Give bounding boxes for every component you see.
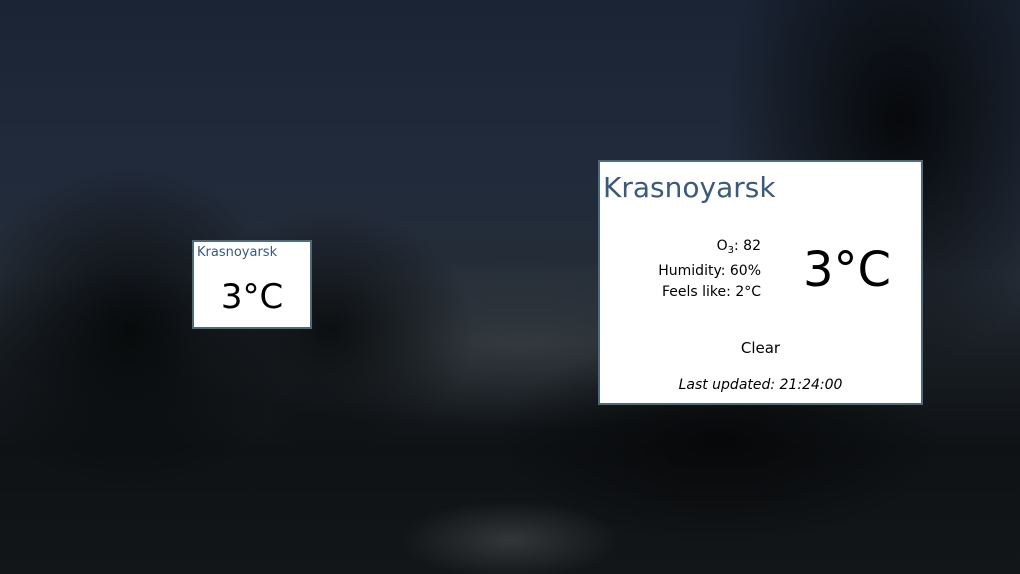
desktop-background: Krasnoyarsk 3°C Krasnoyarsk O3: 82 Humid… xyxy=(0,0,1020,574)
temperature: 3°C xyxy=(220,277,284,317)
last-updated: Last updated: 21:24:00 xyxy=(678,377,843,393)
weather-details: O3: 82 Humidity: 60% Feels like: 2°C xyxy=(658,236,761,303)
wallpaper-lake-reflection xyxy=(400,500,620,574)
feels-like-reading: Feels like: 2°C xyxy=(662,284,761,300)
city-name: Krasnoyarsk xyxy=(603,171,776,204)
ozone-label: O xyxy=(716,238,728,254)
ozone-value: : 82 xyxy=(734,238,761,254)
weather-tile-large[interactable]: Krasnoyarsk O3: 82 Humidity: 60% Feels l… xyxy=(598,160,923,405)
weather-condition: Clear xyxy=(740,339,781,357)
humidity-reading: Humidity: 60% xyxy=(658,263,761,279)
ozone-reading: O3: 82 xyxy=(658,236,761,261)
weather-tile-small[interactable]: Krasnoyarsk 3°C xyxy=(192,240,312,329)
city-name: Krasnoyarsk xyxy=(197,245,278,260)
temperature: 3°C xyxy=(803,242,892,298)
